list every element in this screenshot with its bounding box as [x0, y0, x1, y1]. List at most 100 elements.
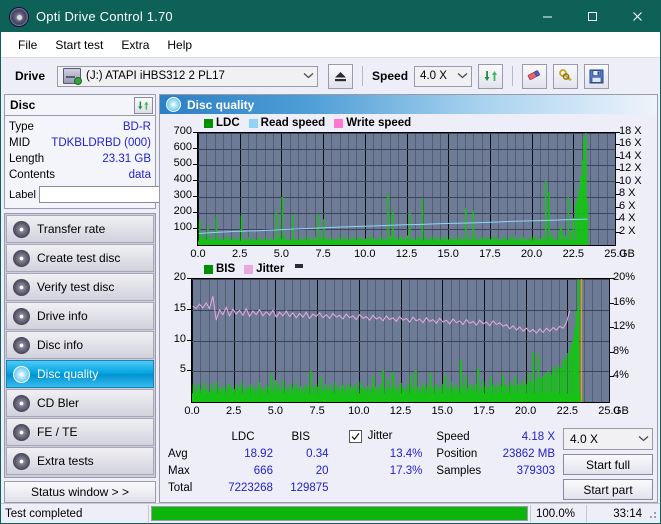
status-window-button[interactable]: Status window > > [4, 481, 156, 503]
series-bis [192, 279, 582, 402]
y2-tick [616, 156, 620, 158]
y2-tick-label: 6 X [619, 199, 636, 212]
toolbar-separator-2 [512, 66, 514, 86]
charts-area: LDC Read speed Write speed 100 200 300 400 5… [160, 114, 657, 422]
status-message: Test completed [1, 505, 149, 522]
start-part-button[interactable]: Start part [563, 479, 653, 500]
drive-select-value: (J:) ATAPI iHBS312 2 PL17 [86, 70, 225, 82]
disc-refresh-button[interactable] [134, 96, 153, 114]
menu-start-test[interactable]: Start test [46, 35, 112, 55]
scale-marker-icon [295, 264, 304, 268]
jitter-checkbox[interactable] [348, 429, 362, 443]
x-tick-label: 22.5 [556, 405, 579, 417]
sidebar-item-extra-tests[interactable]: Extra tests [6, 447, 154, 475]
y2-tick-label: 14 X [619, 149, 642, 162]
y-tick [187, 339, 191, 341]
position-info-label: Position [436, 447, 478, 460]
disc-icon [13, 394, 30, 412]
x-tick-label: 7.5 [315, 248, 331, 260]
speed-info-value: 4.18 X [521, 430, 555, 443]
y-tick-label: 400 [173, 173, 192, 185]
x-tick-label: 20.0 [514, 405, 537, 417]
x-tick-label: 2.5 [232, 248, 248, 260]
y-tick-label: 100 [173, 221, 192, 233]
sidebar-item-disc-info[interactable]: Disc info [6, 331, 154, 359]
x-tick-label: 12.5 [389, 405, 412, 417]
y2-tick [610, 302, 614, 304]
y2-tick [610, 376, 614, 378]
minimize-button[interactable] [525, 1, 570, 32]
stats-total-jitter [329, 479, 423, 496]
sidebar-item-disc-quality[interactable]: Disc quality [6, 360, 154, 388]
menu-extra[interactable]: Extra [112, 35, 158, 55]
ldc-chart[interactable]: 100 200 300 400 500 600 700 2 X4 X6 X8 X 10 X 12 … [164, 125, 653, 262]
legend-item-bis: BIS [204, 263, 235, 275]
x-tick-label: 22.5 [562, 248, 585, 260]
x-tick-label: 0.0 [190, 248, 206, 260]
series-layer [192, 279, 583, 402]
disc-icon [13, 423, 30, 441]
sidebar-item-label: Disc info [37, 338, 84, 352]
stats-max-ldc: 666 [253, 464, 273, 477]
progress-bar [151, 506, 528, 521]
sidebar-item-cd-bler[interactable]: CD Bler [6, 389, 154, 417]
drive-select[interactable]: (J:) ATAPI iHBS312 2 PL17 [57, 65, 319, 87]
disc-row-length: Length 23.31 GB [9, 151, 151, 167]
clear-button[interactable] [522, 63, 548, 89]
start-full-button[interactable]: Start full [563, 454, 653, 475]
y-tick-label: 15 [173, 301, 186, 314]
resize-grip-icon[interactable] [646, 508, 658, 520]
legend-label-ldc: LDC [216, 117, 240, 129]
drive-icon [63, 68, 83, 85]
progress-percent: 100.0% [530, 505, 586, 522]
table-row: Samples 379303 [436, 462, 555, 479]
disc-length-label: Length [9, 153, 45, 165]
speed-select[interactable]: 4.0 X [414, 65, 473, 87]
stats-header-row: LDC BIS Jitter [168, 428, 422, 445]
sidebar-item-label: Disc quality [37, 367, 99, 381]
sidebar-item-drive-info[interactable]: Drive info [6, 302, 154, 330]
y-tick-label: 700 [173, 125, 192, 137]
eject-button[interactable] [328, 63, 354, 89]
sidebar-nav: Transfer rate Create test disc Verify te… [4, 213, 156, 478]
sidebar-item-transfer-rate[interactable]: Transfer rate [6, 215, 154, 243]
y-tick-label: 20 [173, 271, 186, 283]
refresh-button[interactable] [478, 63, 504, 89]
table-row: Speed 4.18 X [436, 428, 555, 445]
y2-tick [616, 181, 620, 183]
y2-tick-label: 10 X [619, 174, 642, 187]
disc-icon [13, 278, 30, 296]
sidebar-item-create-test-disc[interactable]: Create test disc [6, 244, 154, 272]
keys-button[interactable] [553, 63, 579, 89]
sidebar-item-fe-te[interactable]: FE / TE [6, 418, 154, 446]
disc-quality-panel: Disc quality LDC Read speed Write speed … [159, 94, 658, 503]
jitter-label: Jitter [367, 430, 393, 442]
maximize-button[interactable] [570, 1, 615, 32]
plot-area [197, 132, 616, 246]
sidebar-item-verify-test-disc[interactable]: Verify test disc [6, 273, 154, 301]
refresh-icon [484, 71, 497, 81]
y2-tick-label: 8 X [619, 187, 636, 200]
toolbar-separator [362, 66, 364, 86]
y-tick [193, 148, 197, 149]
menu-file[interactable]: File [9, 35, 46, 55]
test-speed-select[interactable]: 4.0 X [563, 428, 653, 450]
close-button[interactable] [615, 1, 660, 32]
y2-tick-label: 16% [613, 295, 636, 308]
y-tick [187, 370, 191, 372]
gridline-major [609, 279, 610, 402]
save-button[interactable] [584, 63, 610, 89]
run-info-table: Speed 4.18 X Position 23862 MB Samples 3… [436, 428, 555, 479]
chevron-down-icon [299, 71, 317, 82]
stats-table: LDC BIS Jitter Avg 18.92 0.34 13.4% Max … [168, 428, 422, 496]
drive-label: Drive [15, 69, 46, 83]
bis-jitter-chart[interactable]: 5 10 15 20 4% 8% 12% 16% 20% 0.0 2.5 5.0 7.5 10.0 12.5… [164, 271, 653, 419]
disc-icon [13, 307, 30, 325]
refresh-icon [138, 100, 149, 110]
left-sidebar: Disc Type BD-R MID TDKBLDRBD (000) Lengt… [4, 94, 242, 503]
menu-help[interactable]: Help [158, 35, 201, 55]
chevron-down-icon [453, 71, 471, 82]
plot-area [191, 278, 610, 403]
y2-tick [616, 194, 620, 196]
stats-col-bis: BIS [291, 430, 311, 443]
